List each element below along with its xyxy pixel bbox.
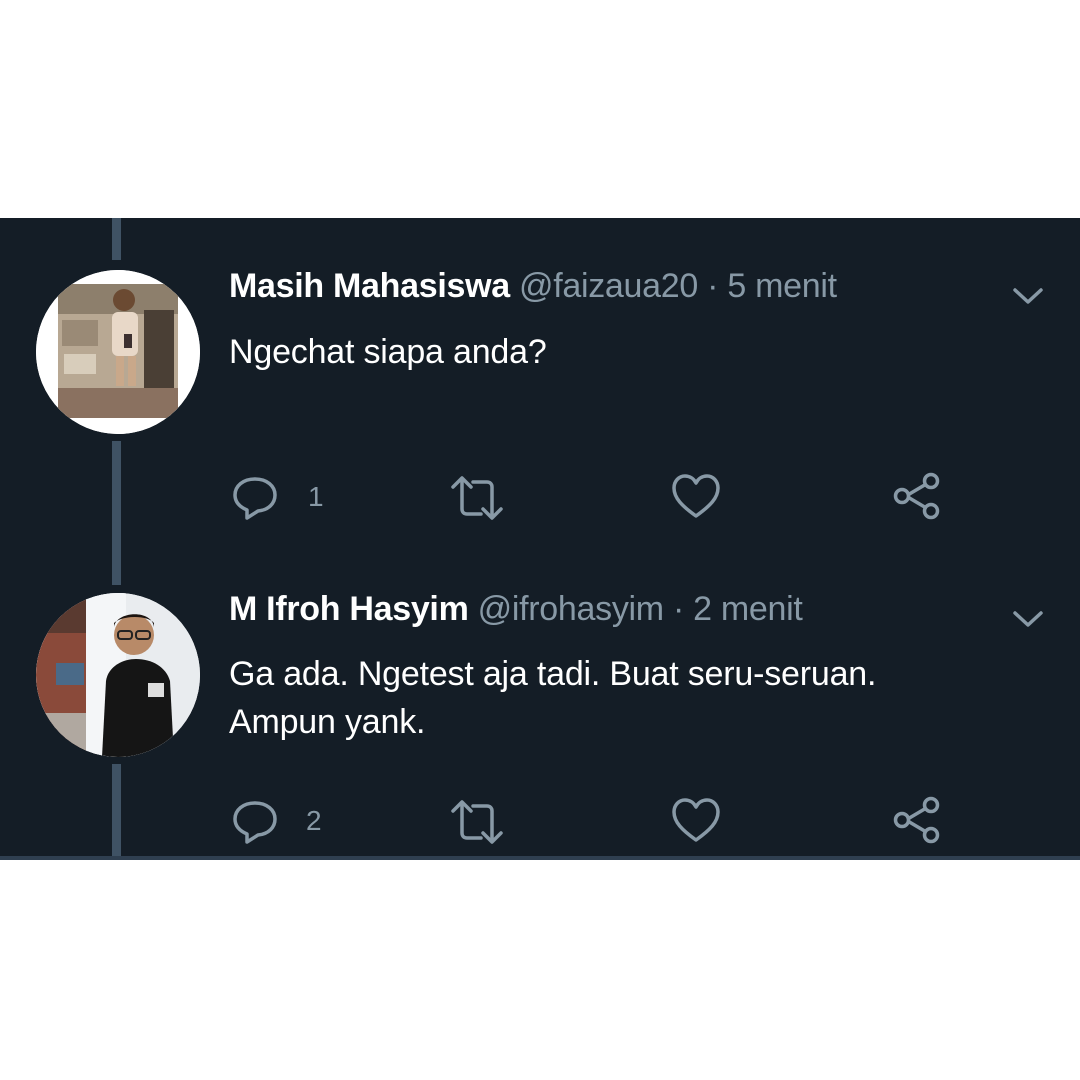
reply-icon [233, 801, 277, 844]
reply-count: 1 [308, 481, 324, 512]
panel-divider [0, 856, 1080, 860]
avatar[interactable] [36, 593, 200, 757]
thread-line-top [112, 218, 121, 260]
tweet-header: M Ifroh Hasyim @ifrohasyim · 2 menit [229, 590, 803, 629]
retweet-icon [451, 800, 503, 844]
share-button[interactable] [892, 795, 942, 845]
like-icon [672, 798, 720, 842]
like-icon [672, 474, 720, 518]
tweet-text-line: Ngechat siapa anda? [229, 333, 547, 371]
display-name[interactable]: M Ifroh Hasyim [229, 590, 469, 628]
avatar[interactable] [36, 270, 200, 434]
reply-button[interactable]: 1 [230, 473, 330, 523]
chevron-down-icon[interactable] [1012, 609, 1044, 629]
retweet-button[interactable] [449, 797, 505, 847]
like-button[interactable] [670, 472, 722, 522]
reply-count: 2 [306, 805, 322, 836]
handle[interactable]: @faizaua20 [519, 267, 698, 305]
share-icon [893, 472, 940, 520]
share-button[interactable] [892, 471, 942, 521]
tweet-text: Ga ada. Ngetest aja tadi. Buat seru-seru… [229, 650, 876, 746]
tweet-text-line: Ga ada. Ngetest aja tadi. Buat seru-seru… [229, 655, 877, 693]
separator: · [707, 267, 719, 305]
timestamp[interactable]: 2 menit [693, 590, 803, 628]
timestamp[interactable]: 5 menit [727, 267, 837, 305]
chevron-down-icon[interactable] [1012, 286, 1044, 306]
retweet-button[interactable] [449, 473, 505, 523]
handle[interactable]: @ifrohasyim [478, 590, 664, 628]
thread-line-bottom [112, 764, 121, 856]
retweet-icon [451, 476, 503, 520]
reply-icon [233, 477, 277, 520]
tweet-text-line: Ampun yank. [229, 703, 426, 741]
like-button[interactable] [670, 796, 722, 846]
tweet-header: Masih Mahasiswa @faizaua20 · 5 menit [229, 267, 837, 306]
thread-line-middle [112, 441, 121, 585]
separator: · [672, 590, 684, 628]
reply-button[interactable]: 2 [230, 797, 330, 847]
display-name[interactable]: Masih Mahasiswa [229, 267, 510, 305]
tweet-text: Ngechat siapa anda? [229, 328, 547, 376]
share-icon [893, 796, 940, 844]
